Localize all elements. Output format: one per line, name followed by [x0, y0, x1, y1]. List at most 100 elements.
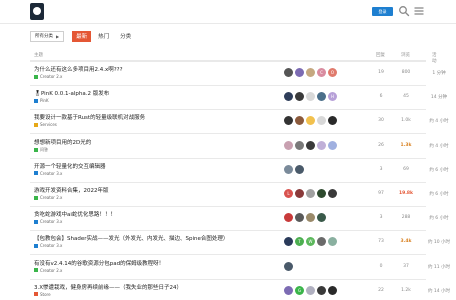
avatar[interactable]: O	[328, 68, 337, 77]
topic-title-link[interactable]: 开源一个轻量化的交互编辑器	[34, 162, 106, 170]
site-logo[interactable]	[30, 3, 44, 20]
topic-row[interactable]: 我要设计一款基于Rust的轻量级联机对战服务 Services 30 1.0k 约 4 …	[30, 110, 449, 135]
hamburger-icon[interactable]	[413, 5, 425, 17]
avatar[interactable]	[317, 92, 326, 102]
avatar[interactable]	[317, 140, 326, 150]
category-badge[interactable]: Creator 2.x	[34, 195, 62, 200]
avatar[interactable]	[295, 213, 304, 223]
posters: TW	[284, 237, 337, 247]
last-activity[interactable]: 约 10 小时	[422, 239, 456, 245]
topic-title-link[interactable]: 🎖PinK 0.0.1-alpha.2 版发布	[34, 89, 109, 97]
category-dropdown[interactable]: 所有分类 ▶	[30, 30, 65, 42]
avatar[interactable]	[306, 68, 315, 77]
last-activity[interactable]: 约 6 小时	[422, 191, 456, 197]
avatar[interactable]	[295, 164, 304, 174]
topic-title-link[interactable]: 有没有v2.4.14的谷歌资源分包pad的保姆级教程呀！	[34, 259, 164, 267]
topic-row[interactable]: 【包教包会】Shader实战——发光（外发光、内发光、描边、Spine合图处理）…	[30, 231, 450, 256]
topic-row[interactable]: 游戏开发资料合集，2022年版 Creator 2.x L 97 19.8k 约 6 小时	[30, 183, 449, 207]
category-badge[interactable]: Services	[34, 122, 57, 127]
topic-row[interactable]: 🎖PinK 0.0.1-alpha.2 版发布 PinK H 6 45 14 分钟	[30, 86, 447, 111]
avatar[interactable]	[295, 92, 304, 102]
avatar[interactable]	[328, 189, 337, 198]
avatar[interactable]	[284, 164, 293, 174]
topic-row[interactable]: 有没有v2.4.14的谷歌资源分包pad的保姆级教程呀！ Creator 2.x 0…	[30, 256, 450, 280]
avatar[interactable]	[284, 213, 293, 223]
topic-row[interactable]: 想想新项目用的2D光的 问答 26 1.3k 约 4 小时	[30, 135, 449, 159]
topic-title-link[interactable]: 为什么还有这么多项目用2.4.x啊???	[34, 65, 123, 73]
avatar[interactable]	[306, 92, 315, 102]
avatar[interactable]	[295, 189, 304, 198]
topic-row[interactable]: 为什么还有这么多项目用2.4.x啊??? Creator 2.x C O 19 800 1 …	[30, 62, 446, 86]
header-activity[interactable]: 活动	[432, 52, 437, 64]
header-views[interactable]: 浏览	[401, 52, 410, 58]
view-count: 1.2k	[401, 287, 411, 293]
reply-count: 73	[378, 239, 384, 245]
topic-row[interactable]: 3.X惨遭栽戏，健身房再续前缘——（我失业的那些日子24） Store G 22 1.2…	[30, 280, 450, 300]
avatar[interactable]	[284, 116, 293, 126]
avatar[interactable]	[306, 189, 315, 198]
last-activity[interactable]: 约 6 小时	[422, 167, 456, 173]
avatar[interactable]	[328, 116, 337, 126]
avatar[interactable]	[295, 140, 304, 150]
topic-row[interactable]: 贪吃蛇游戏中ai蛇优化思路！！！ Creator 3.x 3 288 约 6 小时	[30, 207, 449, 232]
category-badge[interactable]: Store	[34, 292, 51, 297]
avatar[interactable]	[284, 237, 293, 247]
tab-top[interactable]: 热门	[94, 31, 113, 42]
category-badge[interactable]: Creator 3.x	[34, 219, 62, 224]
search-icon[interactable]	[398, 5, 410, 17]
avatar[interactable]	[317, 189, 326, 198]
avatar[interactable]	[284, 92, 293, 102]
avatar[interactable]	[317, 285, 326, 295]
avatar[interactable]	[306, 116, 315, 126]
avatar[interactable]	[317, 116, 326, 126]
category-badge[interactable]: Creator 2.x	[34, 74, 62, 79]
topic-title-link[interactable]: 想想新项目用的2D光的	[34, 138, 91, 146]
avatar[interactable]	[328, 237, 337, 247]
topic-row[interactable]: 开源一个轻量化的交互编辑器 Creator 3.x 3 69 约 6 小时	[30, 159, 449, 183]
header-topic[interactable]: 主题	[34, 52, 43, 58]
avatar[interactable]	[317, 213, 326, 223]
topic-title-link[interactable]: 【包教包会】Shader实战——发光（外发光、内发光、描边、Spine合图处理）	[34, 234, 228, 242]
avatar[interactable]: G	[295, 285, 304, 295]
last-activity[interactable]: 约 4 小时	[422, 143, 456, 149]
avatar[interactable]	[328, 285, 337, 295]
avatar[interactable]	[306, 285, 315, 295]
category-badge[interactable]: Creator 3.x	[34, 243, 62, 248]
avatar[interactable]	[284, 68, 293, 77]
avatar[interactable]	[295, 68, 304, 77]
avatar[interactable]: C	[317, 68, 326, 77]
topic-title-link[interactable]: 游戏开发资料合集，2022年版	[34, 186, 109, 194]
avatar[interactable]: L	[284, 189, 293, 198]
login-button[interactable]: 登录	[372, 7, 393, 16]
category-badge[interactable]: Creator 2.x	[34, 268, 62, 273]
last-activity[interactable]: 1 分钟	[422, 70, 456, 76]
avatar[interactable]	[284, 285, 293, 295]
last-activity[interactable]: 约 11 小时	[422, 264, 456, 270]
avatar[interactable]	[328, 140, 337, 150]
posters: H	[284, 92, 337, 102]
category-badge[interactable]: Creator 3.x	[34, 171, 62, 176]
category-label: Services	[40, 122, 57, 128]
avatar[interactable]: W	[306, 237, 315, 247]
avatar[interactable]	[317, 237, 326, 247]
last-activity[interactable]: 14 分钟	[422, 94, 456, 100]
category-color-square	[34, 98, 38, 103]
last-activity[interactable]: 约 6 小时	[422, 215, 456, 221]
avatar[interactable]	[306, 213, 315, 223]
category-badge[interactable]: 问答	[34, 147, 48, 153]
last-activity[interactable]: 约 4 小时	[422, 118, 456, 124]
header-replies[interactable]: 回复	[376, 52, 385, 58]
topic-title-link[interactable]: 3.X惨遭栽戏，健身房再续前缘——（我失业的那些日子24）	[34, 283, 182, 291]
tab-categories[interactable]: 分类	[116, 31, 135, 42]
category-badge[interactable]: PinK	[34, 98, 49, 103]
avatar[interactable]	[284, 261, 293, 271]
last-activity[interactable]: 约 14 小时	[422, 288, 456, 294]
avatar[interactable]	[284, 140, 293, 150]
topic-title-link[interactable]: 我要设计一款基于Rust的轻量级联机对战服务	[34, 113, 145, 121]
tab-latest[interactable]: 最新	[72, 30, 92, 42]
avatar[interactable]: H	[328, 92, 337, 102]
avatar[interactable]: T	[295, 237, 304, 247]
avatar[interactable]	[295, 116, 304, 126]
topic-title-link[interactable]: 贪吃蛇游戏中ai蛇优化思路！！！	[34, 210, 116, 218]
avatar[interactable]	[306, 140, 315, 150]
